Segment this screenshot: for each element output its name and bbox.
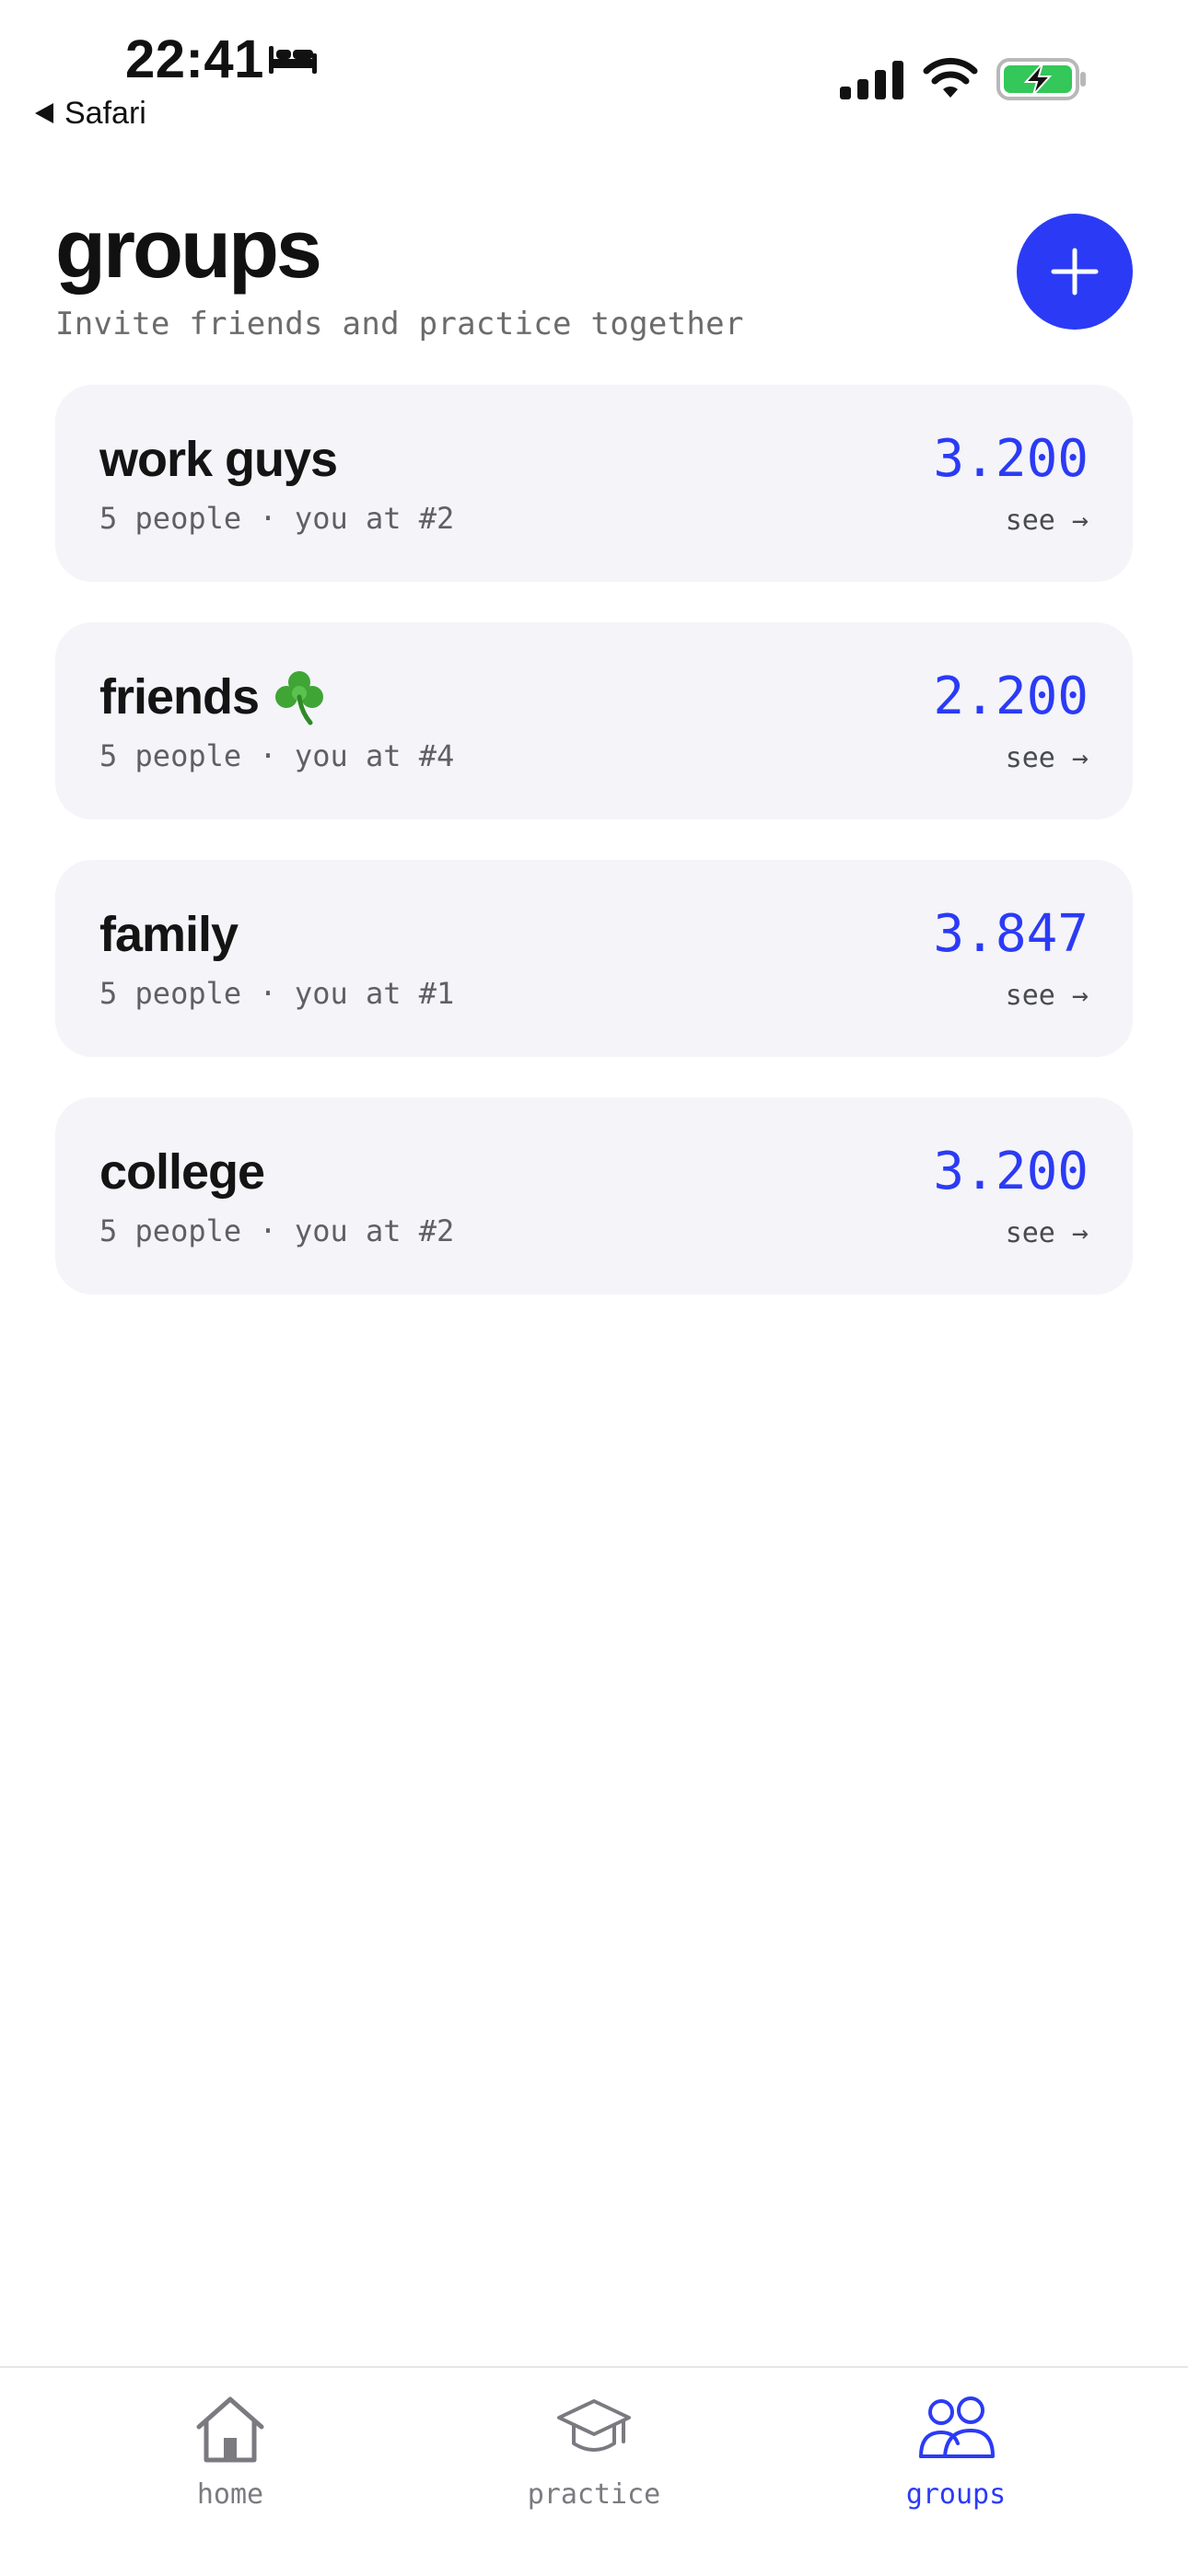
shamrock-icon: ☘ — [275, 671, 324, 725]
bed-icon — [269, 46, 317, 74]
group-name: friends ☘ — [99, 667, 329, 727]
back-triangle-icon — [35, 103, 53, 123]
group-name-text: family — [99, 907, 239, 962]
status-time: 22:41 — [125, 29, 264, 89]
group-name: work guys — [99, 429, 338, 490]
group-name-text: college — [99, 1144, 265, 1200]
page-subtitle: Invite friends and practice together — [55, 306, 744, 342]
status-bar: 22:41 Safari — [0, 0, 1188, 147]
back-to-safari-button[interactable]: Safari — [35, 95, 146, 132]
see-group-link[interactable]: see → — [1006, 978, 1089, 1015]
tab-groups[interactable]: groups — [845, 2392, 1066, 2530]
people-icon — [919, 2396, 995, 2458]
group-meta: 5 people · you at #1 — [99, 976, 455, 1011]
group-meta: 5 people · you at #4 — [99, 738, 455, 773]
group-name-text: work guys — [99, 432, 338, 487]
add-group-button[interactable] — [1017, 214, 1133, 330]
group-score: 3.200 — [933, 429, 1089, 489]
group-score: 3.200 — [933, 1142, 1089, 1201]
see-group-link[interactable]: see → — [1006, 503, 1089, 540]
group-name: family — [99, 904, 239, 965]
bottom-tab-bar: home practice groups — [0, 2366, 1188, 2576]
group-card-friends[interactable]: friends ☘ 5 people · you at #4 2.200 see… — [55, 622, 1133, 819]
plus-icon — [1051, 248, 1099, 296]
tab-label: home — [196, 2478, 264, 2511]
group-name: college — [99, 1142, 265, 1202]
tab-label: practice — [527, 2478, 661, 2511]
tab-practice[interactable]: practice — [483, 2392, 705, 2530]
group-card-college[interactable]: college 5 people · you at #2 3.200 see → — [55, 1097, 1133, 1294]
page-title: groups — [55, 203, 322, 296]
back-label: Safari — [64, 96, 146, 131]
see-group-link[interactable]: see → — [1006, 1215, 1089, 1252]
cellular-signal-icon — [840, 61, 903, 99]
group-score: 2.200 — [933, 667, 1089, 726]
graduation-cap-icon — [557, 2399, 631, 2452]
tab-label: groups — [905, 2478, 1007, 2511]
tab-home[interactable]: home — [120, 2392, 341, 2530]
battery-charging-icon — [996, 58, 1086, 100]
group-score: 3.847 — [933, 904, 1089, 964]
group-card-work-guys[interactable]: work guys 5 people · you at #2 3.200 see… — [55, 385, 1133, 582]
group-name-text: friends — [99, 669, 260, 725]
group-list: work guys 5 people · you at #2 3.200 see… — [55, 385, 1133, 1335]
house-icon — [196, 2396, 264, 2463]
group-meta: 5 people · you at #2 — [99, 1213, 455, 1248]
see-group-link[interactable]: see → — [1006, 740, 1089, 777]
group-card-family[interactable]: family 5 people · you at #1 3.847 see → — [55, 860, 1133, 1057]
group-meta: 5 people · you at #2 — [99, 501, 455, 536]
wifi-icon — [923, 57, 978, 98]
